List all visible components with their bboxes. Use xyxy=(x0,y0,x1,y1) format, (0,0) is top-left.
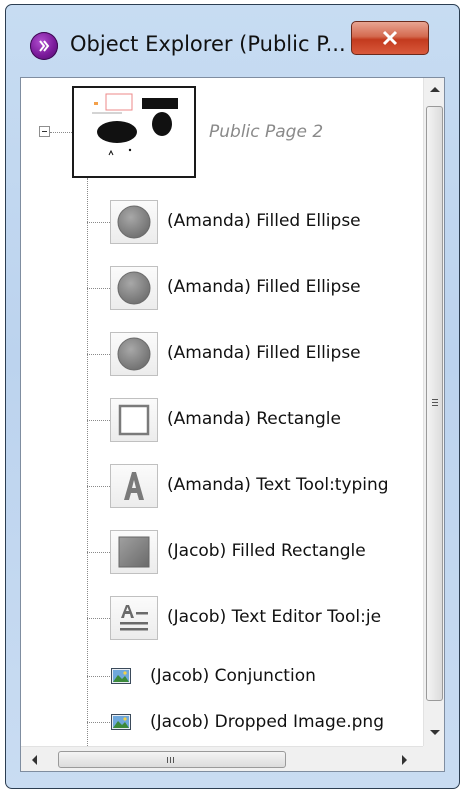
text-editor-icon xyxy=(110,596,158,640)
filled-ellipse-icon xyxy=(110,200,158,244)
tree-item-label: (Amanda) Filled Ellipse xyxy=(167,211,361,231)
scroll-up-icon[interactable] xyxy=(430,87,440,92)
filled-ellipse-icon xyxy=(110,332,158,376)
tree-item[interactable]: (Jacob) Filled Rectangle xyxy=(21,530,423,574)
tree-item-label: (Amanda) Rectangle xyxy=(167,409,341,429)
tree-item[interactable]: (Amanda) Rectangle xyxy=(21,398,423,442)
tree-item[interactable]: (Jacob) Text Editor Tool:je xyxy=(21,596,423,640)
title-bar[interactable]: Object Explorer (Public P... xyxy=(6,5,459,77)
tree-item[interactable]: (Jacob) Dropped Image.png xyxy=(21,710,423,734)
window-title: Object Explorer (Public P... xyxy=(70,32,346,56)
horizontal-scrollbar[interactable] xyxy=(21,746,423,771)
tree-item-label: (Amanda) Filled Ellipse xyxy=(167,343,361,363)
scroll-left-icon[interactable] xyxy=(32,755,37,765)
image-icon xyxy=(111,714,131,730)
tree-item[interactable]: (Jacob) Conjunction xyxy=(21,664,423,688)
tree-item[interactable]: (Amanda) Text Tool:typing xyxy=(21,464,423,508)
tree-item[interactable]: (Amanda) Filled Ellipse xyxy=(21,266,423,310)
close-icon xyxy=(382,30,398,46)
text-tool-icon xyxy=(110,464,158,508)
vertical-scrollbar[interactable] xyxy=(423,78,444,746)
close-button[interactable] xyxy=(351,21,429,55)
tree-item-label: (Jacob) Text Editor Tool:je xyxy=(167,607,382,627)
scrollbar-corner xyxy=(423,746,444,771)
tree-connector xyxy=(50,132,72,133)
vertical-scroll-thumb[interactable] xyxy=(426,106,443,701)
object-tree: Public Page 2 (Amanda) Filled Ellipse (A… xyxy=(21,78,423,746)
collapse-toggle[interactable] xyxy=(39,126,50,137)
object-explorer-window: Object Explorer (Public P... Public Page… xyxy=(5,4,460,789)
tree-item-label: (Jacob) Filled Rectangle xyxy=(167,541,366,561)
tree-item-label: (Jacob) Dropped Image.png xyxy=(150,712,384,732)
app-logo-icon xyxy=(30,32,58,60)
page-thumbnail[interactable] xyxy=(72,86,196,178)
root-page-label[interactable]: Public Page 2 xyxy=(209,122,323,142)
horizontal-scroll-thumb[interactable] xyxy=(58,751,286,768)
scroll-down-icon[interactable] xyxy=(430,730,440,735)
tree-item-label: (Amanda) Text Tool:typing xyxy=(167,475,389,495)
tree-item-label: (Amanda) Filled Ellipse xyxy=(167,277,361,297)
tree-item[interactable]: (Amanda) Filled Ellipse xyxy=(21,332,423,376)
filled-ellipse-icon xyxy=(110,266,158,310)
scroll-right-icon[interactable] xyxy=(402,755,407,765)
tree-connector xyxy=(87,178,88,746)
filled-rectangle-icon xyxy=(110,530,158,574)
tree-item-label: (Jacob) Conjunction xyxy=(150,666,316,686)
image-icon xyxy=(111,668,131,684)
tree-item[interactable]: (Amanda) Filled Ellipse xyxy=(21,200,423,244)
rectangle-icon xyxy=(110,398,158,442)
explorer-panel: Public Page 2 (Amanda) Filled Ellipse (A… xyxy=(20,77,445,772)
